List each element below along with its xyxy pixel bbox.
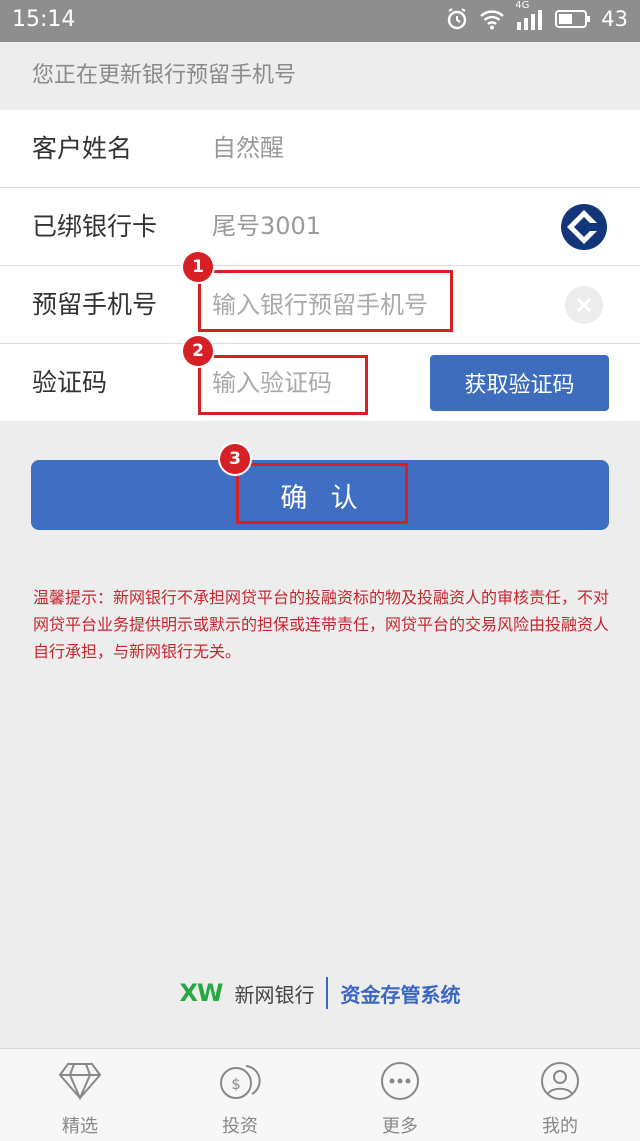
- signal-icon: 4G: [515, 0, 545, 30]
- tab-mine-label: 我的: [542, 1116, 578, 1137]
- status-bar: 15:14 4G 43: [0, 0, 640, 42]
- code-label: 验证码: [32, 368, 108, 397]
- network-label: 4G: [515, 0, 530, 11]
- tab-featured[interactable]: 精选: [0, 1049, 160, 1141]
- annotation-box-3: [236, 463, 408, 524]
- customer-name-value: 自然醒: [212, 134, 284, 162]
- clear-icon[interactable]: [565, 286, 603, 324]
- phone-label: 预留手机号: [32, 290, 158, 319]
- more-icon: [378, 1061, 422, 1112]
- bank-logo-icon: [560, 203, 608, 251]
- brand-footer: XW 新网银行 资金存管系统: [0, 977, 640, 1009]
- wifi-icon: [479, 8, 505, 30]
- get-code-button[interactable]: 获取验证码: [430, 355, 609, 411]
- alarm-icon: [445, 7, 469, 31]
- customer-name-row: 客户姓名 自然醒: [0, 110, 640, 188]
- tab-invest-label: 投资: [222, 1116, 258, 1137]
- annotation-box-2: [198, 355, 368, 415]
- tab-featured-label: 精选: [62, 1116, 98, 1137]
- coins-icon: $: [218, 1061, 262, 1112]
- bound-card-value: 尾号3001: [212, 212, 322, 240]
- battery-level: 43: [601, 7, 628, 31]
- bottom-tab-bar: 精选 $ 投资 更多 我的: [0, 1048, 640, 1141]
- annotation-badge-1: 1: [183, 252, 213, 282]
- brand-logo: XW: [179, 979, 224, 1007]
- annotation-badge-3: 3: [220, 444, 250, 474]
- customer-name-label: 客户姓名: [32, 134, 133, 163]
- svg-text:$: $: [231, 1075, 241, 1093]
- brand-system-name: 资金存管系统: [340, 982, 461, 1007]
- annotation-box-1: [198, 270, 453, 332]
- tab-more[interactable]: 更多: [320, 1049, 480, 1141]
- brand-divider: [326, 977, 329, 1009]
- status-time: 15:14: [12, 7, 76, 32]
- disclaimer-text: 温馨提示：新网银行不承担网贷平台的投融资标的物及投融资人的审核责任，不对网贷平台…: [33, 588, 610, 661]
- brand-name: 新网银行: [234, 982, 315, 1007]
- diamond-icon: [58, 1061, 102, 1112]
- tab-more-label: 更多: [382, 1116, 418, 1137]
- tab-mine[interactable]: 我的: [480, 1049, 640, 1141]
- bound-card-row: 已绑银行卡 尾号3001: [0, 188, 640, 266]
- bound-card-label: 已绑银行卡: [32, 212, 158, 241]
- user-icon: [538, 1061, 582, 1112]
- tab-invest[interactable]: $ 投资: [160, 1049, 320, 1141]
- annotation-badge-2: 2: [183, 336, 213, 366]
- page-notice: 您正在更新银行预留手机号: [32, 63, 297, 88]
- battery-icon: [555, 9, 591, 29]
